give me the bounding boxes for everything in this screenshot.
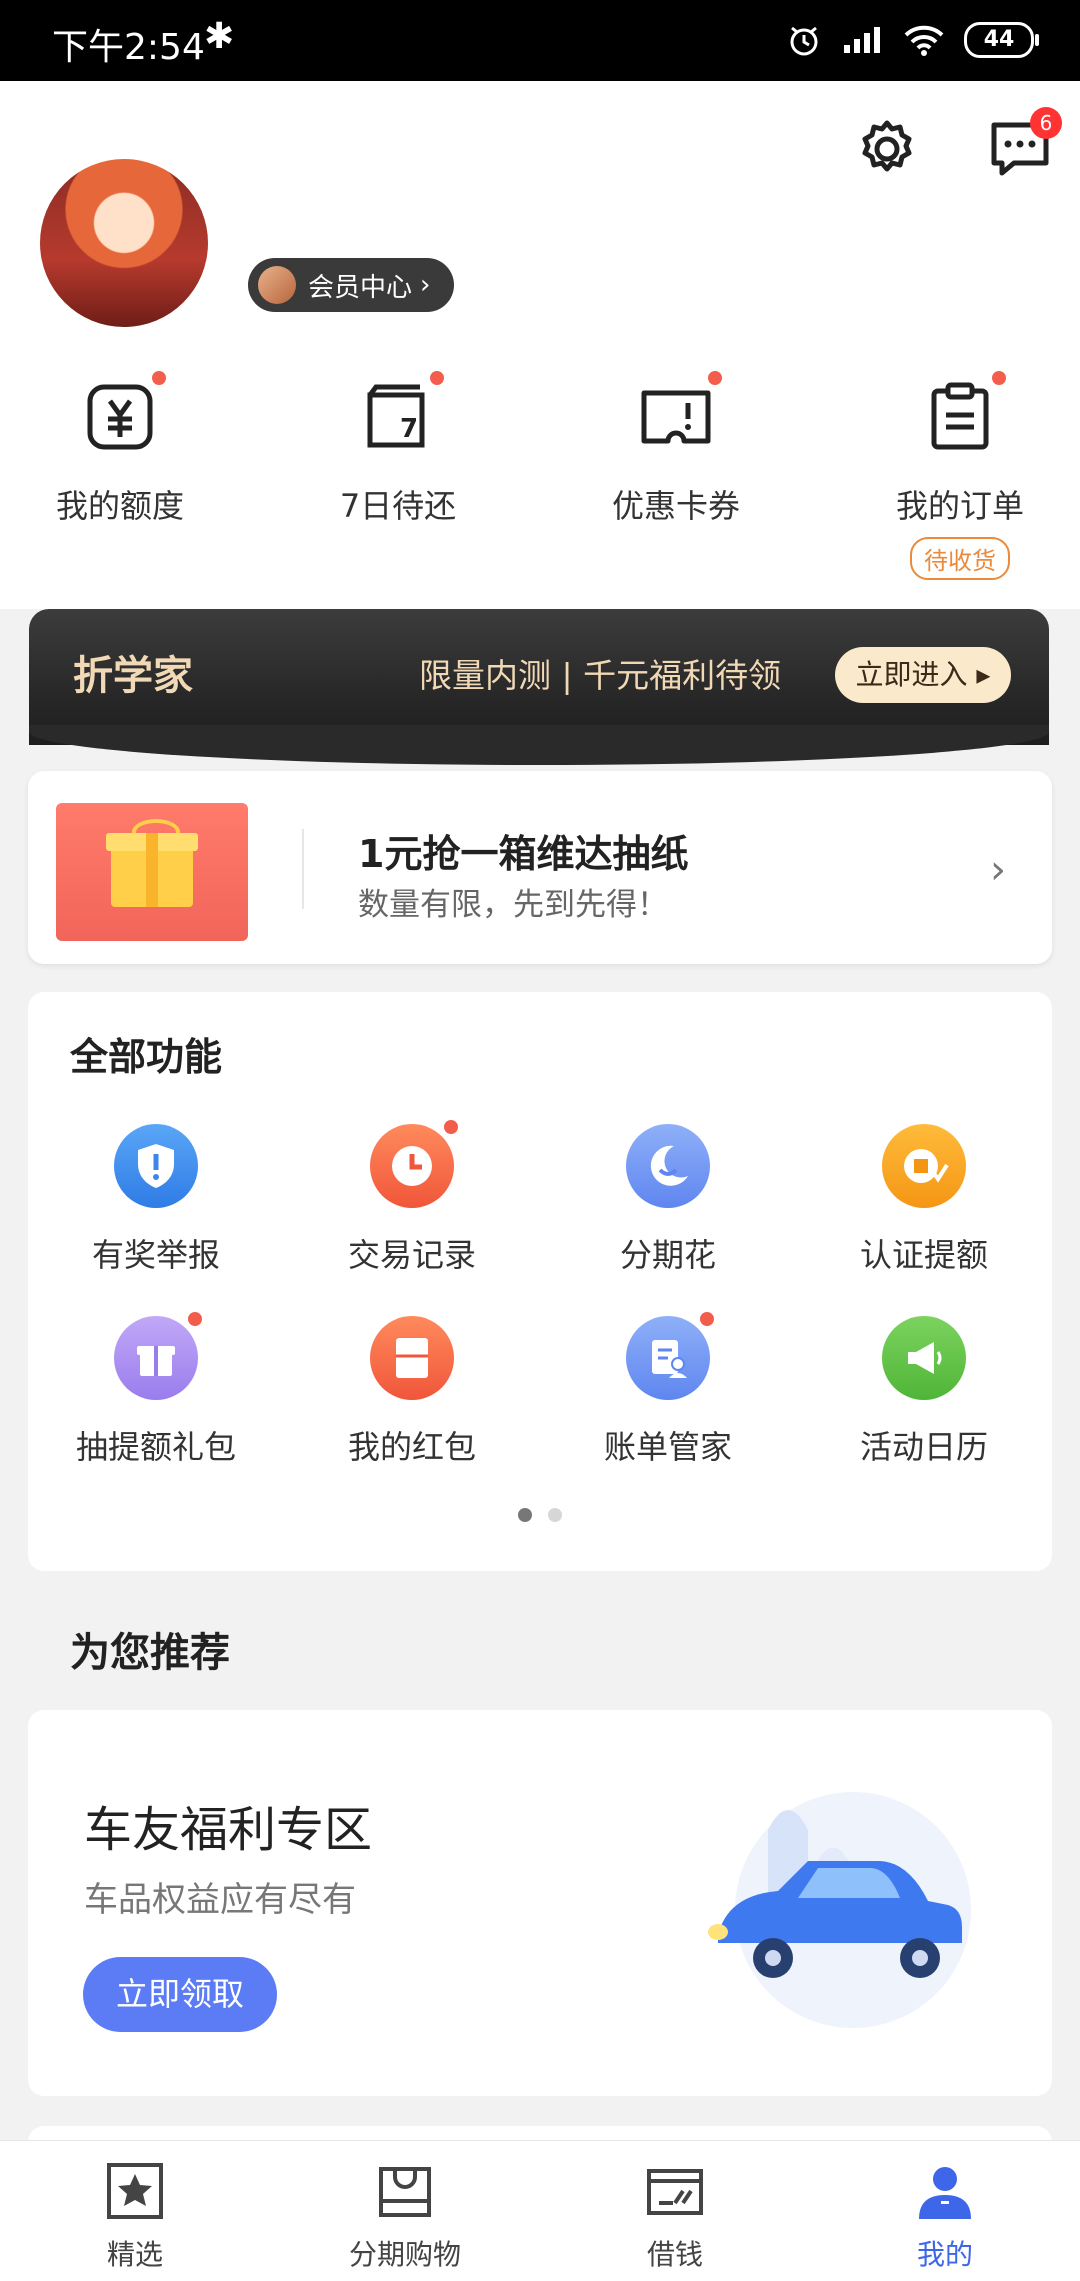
feature-report[interactable]: 有奖举报 — [28, 1124, 284, 1276]
tab-label: 借钱 — [646, 2238, 703, 2271]
gem-icon — [258, 266, 296, 304]
feature-label: 认证提额 — [859, 1236, 988, 1274]
all-features-panel: 全部功能 有奖举报 交易记录 分期花 认证提额 抽提额礼包 我的红包 账单管家 … — [28, 992, 1052, 1571]
tab-label: 我的 — [916, 2238, 973, 2271]
wifi-icon — [904, 25, 944, 56]
enter-now-button[interactable]: 立即进入 ▸ — [835, 647, 1011, 703]
page-indicator-active — [518, 1508, 532, 1522]
bluetooth-icon: ✱ — [204, 16, 235, 57]
feature-label: 账单管家 — [603, 1428, 732, 1466]
section-title: 全部功能 — [70, 1035, 223, 1079]
status-bar: 下午2:54 ✱ 44 — [0, 0, 1080, 81]
battery-indicator: 44 — [964, 22, 1039, 58]
divider — [302, 829, 304, 909]
alarm-icon — [790, 26, 818, 56]
quick-action-coupons[interactable]: 优惠卡券 — [556, 371, 796, 527]
feature-verify-limit[interactable]: 认证提额 — [796, 1124, 1052, 1276]
zhexuejia-banner[interactable]: 折学家 限量内测 | 千元福利待领 立即进入 ▸ — [29, 609, 1049, 765]
message-badge: 6 — [1030, 107, 1062, 139]
shopping-bag-icon — [379, 2167, 431, 2217]
status-icons: 44 — [786, 22, 1039, 58]
quick-action-credit[interactable]: 我的额度 — [0, 371, 240, 527]
profile-header: 6 会员中心 › 我的额度 7 7日待还 优惠卡券 我的订单 待收货 — [0, 81, 1080, 609]
signal-icon — [844, 27, 880, 53]
feature-red-packet[interactable]: 我的红包 — [284, 1316, 540, 1468]
car-illustration — [708, 1792, 971, 2028]
feature-installment[interactable]: 分期花 — [540, 1124, 796, 1276]
star-square-icon — [107, 2163, 163, 2219]
feature-label: 抽提额礼包 — [75, 1428, 236, 1466]
banner-text: 限量内测 | 千元福利待领 — [419, 656, 782, 695]
member-center-button[interactable]: 会员中心 › — [248, 258, 454, 312]
promo-title: 1元抢一箱维达抽纸 — [358, 832, 689, 876]
enter-now-label: 立即进入 — [855, 658, 968, 691]
status-time: 下午2:54 — [52, 27, 205, 68]
member-center-label: 会员中心 — [308, 272, 413, 303]
gear-icon[interactable] — [855, 117, 919, 181]
calendar-7-icon: 7 — [362, 371, 444, 453]
tab-mine[interactable]: 我的 — [810, 2161, 1080, 2273]
ticket-icon — [640, 371, 722, 453]
tab-borrow[interactable]: 借钱 — [540, 2161, 810, 2273]
red-packet-icon — [370, 1316, 454, 1400]
feature-label: 分期花 — [619, 1236, 716, 1274]
pending-receipt-badge: 待收货 — [910, 537, 1010, 580]
promo-subtitle: 数量有限，先到先得！ — [358, 887, 668, 923]
bill-user-icon — [626, 1312, 714, 1400]
megaphone-icon — [882, 1316, 966, 1400]
feature-activity-calendar[interactable]: 活动日历 — [796, 1316, 1052, 1468]
card-title: 车友福利专区 — [84, 1802, 373, 1858]
chevron-right-icon: › — [420, 270, 431, 300]
feature-transactions[interactable]: 交易记录 — [284, 1120, 540, 1276]
feature-label: 交易记录 — [347, 1236, 476, 1274]
clipboard-icon — [924, 371, 1006, 453]
quick-action-label: 我的订单 — [895, 487, 1024, 525]
tab-installment-shopping[interactable]: 分期购物 — [270, 2161, 540, 2273]
coin-check-icon — [882, 1124, 966, 1208]
quick-action-label: 优惠卡券 — [611, 487, 740, 525]
tab-label: 精选 — [106, 2238, 163, 2271]
feature-label: 活动日历 — [859, 1428, 988, 1466]
tab-label: 分期购物 — [348, 2238, 461, 2271]
gift-box-icon — [56, 803, 248, 941]
card-subtitle: 车品权益应有尽有 — [84, 1880, 356, 1920]
person-icon — [919, 2167, 971, 2219]
bottom-tab-bar: 精选 分期购物 借钱 我的 — [0, 2140, 1080, 2281]
claim-now-button[interactable]: 立即领取 — [83, 1957, 277, 2032]
tab-featured[interactable]: 精选 — [0, 2161, 270, 2273]
quick-action-label: 7日待还 — [339, 487, 457, 525]
chevron-right-icon: › — [990, 847, 1006, 893]
banner-brand: 折学家 — [73, 653, 193, 699]
page-indicator[interactable] — [548, 1508, 562, 1522]
quick-action-due[interactable]: 7 7日待还 — [278, 371, 518, 527]
feature-label: 有奖举报 — [91, 1236, 220, 1274]
car-welfare-card[interactable]: 车友福利专区 车品权益应有尽有 立即领取 — [28, 1710, 1052, 2096]
moon-face-icon — [626, 1124, 710, 1208]
promo-card[interactable]: 1元抢一箱维达抽纸 数量有限，先到先得！ › — [28, 771, 1052, 964]
feature-bill-manager[interactable]: 账单管家 — [540, 1312, 796, 1468]
svg-text:7: 7 — [400, 414, 418, 444]
feature-label: 我的红包 — [347, 1428, 476, 1466]
gift-icon — [114, 1312, 202, 1400]
recommend-title: 为您推荐 — [70, 1630, 230, 1676]
quick-action-orders[interactable]: 我的订单 待收货 — [840, 371, 1080, 580]
clock-icon — [370, 1120, 458, 1208]
quick-action-label: 我的额度 — [55, 487, 184, 525]
card-icon — [647, 2169, 703, 2215]
yuan-square-icon — [84, 371, 166, 453]
shield-icon — [114, 1124, 198, 1208]
avatar[interactable] — [40, 159, 208, 327]
feature-gift-pack[interactable]: 抽提额礼包 — [28, 1312, 284, 1468]
